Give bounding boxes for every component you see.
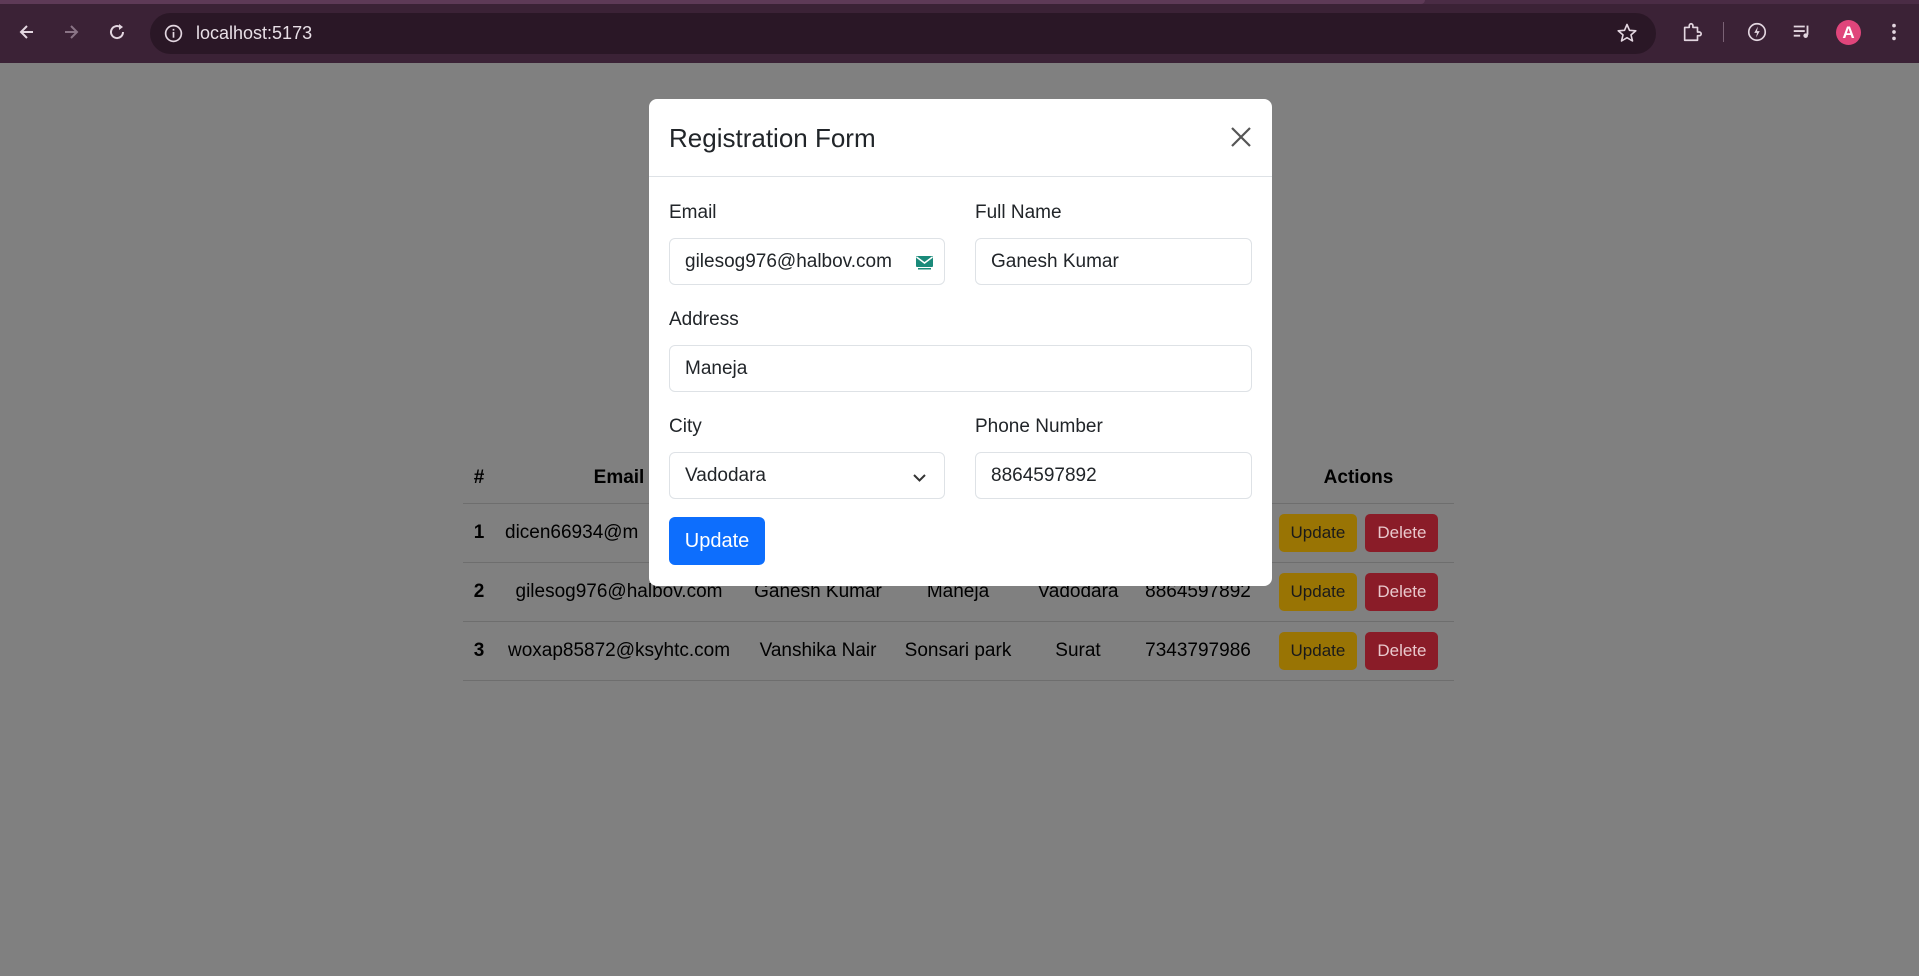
site-info-icon[interactable] bbox=[163, 23, 184, 44]
media-queue-icon[interactable] bbox=[1790, 20, 1814, 44]
email-value: gilesog976@halbov.com bbox=[685, 250, 892, 272]
forward-arrow-icon[interactable] bbox=[56, 17, 86, 47]
table-row: 3 woxap85872@ksyhtc.com Vanshika Nair So… bbox=[463, 621, 1454, 681]
reload-icon[interactable] bbox=[102, 17, 132, 47]
mail-autofill-icon[interactable] bbox=[915, 254, 934, 271]
update-row-button[interactable]: Update bbox=[1278, 572, 1358, 611]
row-actions: Update Delete bbox=[1263, 562, 1454, 622]
delete-row-button[interactable]: Delete bbox=[1365, 513, 1439, 552]
active-tab[interactable] bbox=[0, 0, 1425, 4]
row-city: Surat bbox=[1023, 621, 1133, 681]
close-icon[interactable] bbox=[1227, 123, 1255, 151]
delete-row-button[interactable]: Delete bbox=[1365, 572, 1439, 611]
submit-update-button[interactable]: Update bbox=[669, 517, 765, 565]
update-row-button[interactable]: Update bbox=[1278, 631, 1358, 670]
row-address: Sonsari park bbox=[893, 621, 1023, 681]
phone-field[interactable]: 8864597892 bbox=[975, 452, 1252, 499]
chevron-down-icon bbox=[913, 474, 926, 482]
row-actions: Update Delete bbox=[1263, 621, 1454, 681]
modal-header: Registration Form bbox=[649, 99, 1272, 177]
extensions-icon[interactable] bbox=[1680, 20, 1704, 44]
email-field[interactable]: gilesog976@halbov.com bbox=[669, 238, 945, 285]
update-row-button[interactable]: Update bbox=[1278, 513, 1358, 552]
address-label: Address bbox=[669, 309, 739, 330]
browser-menu-icon[interactable] bbox=[1882, 20, 1906, 44]
registration-modal: Registration Form Email gilesog976@halbo… bbox=[649, 99, 1272, 586]
profile-avatar[interactable]: A bbox=[1836, 20, 1861, 45]
row-index: 1 bbox=[463, 503, 495, 563]
fullname-value: Ganesh Kumar bbox=[991, 250, 1119, 272]
tab-strip bbox=[0, 0, 1919, 4]
city-select[interactable]: Vadodara bbox=[669, 452, 945, 499]
row-phone: 7343797986 bbox=[1133, 621, 1263, 681]
delete-row-button[interactable]: Delete bbox=[1365, 631, 1439, 670]
modal-title: Registration Form bbox=[669, 123, 876, 153]
row-index: 2 bbox=[463, 562, 495, 622]
column-header-index: # bbox=[463, 453, 495, 504]
row-name: Vanshika Nair bbox=[743, 621, 893, 681]
row-index: 3 bbox=[463, 621, 495, 681]
back-arrow-icon[interactable] bbox=[12, 17, 42, 47]
browser-toolbar: localhost:5173 A bbox=[0, 0, 1919, 63]
phone-label: Phone Number bbox=[975, 416, 1103, 437]
performance-icon[interactable] bbox=[1745, 20, 1769, 44]
city-label: City bbox=[669, 416, 702, 437]
fullname-field[interactable]: Ganesh Kumar bbox=[975, 238, 1252, 285]
column-header-actions: Actions bbox=[1263, 453, 1454, 504]
row-email: woxap85872@ksyhtc.com bbox=[495, 621, 743, 681]
fullname-label: Full Name bbox=[975, 202, 1062, 223]
address-value: Maneja bbox=[685, 357, 748, 379]
row-actions: Update Delete bbox=[1263, 503, 1454, 563]
bookmark-star-icon[interactable] bbox=[1616, 22, 1638, 44]
address-field[interactable]: Maneja bbox=[669, 345, 1252, 392]
toolbar-divider bbox=[1723, 22, 1724, 42]
city-selected-value: Vadodara bbox=[685, 464, 766, 486]
url-text: localhost:5173 bbox=[196, 23, 313, 43]
email-label: Email bbox=[669, 202, 717, 223]
phone-value: 8864597892 bbox=[991, 464, 1097, 486]
address-bar[interactable]: localhost:5173 bbox=[150, 13, 1656, 54]
